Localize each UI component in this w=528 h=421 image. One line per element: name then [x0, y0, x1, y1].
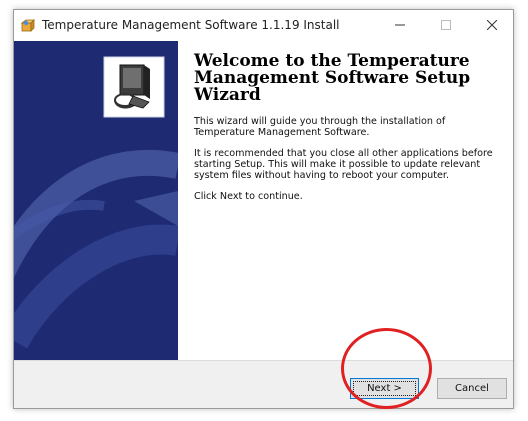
continue-instruction: Click Next to continue. [194, 191, 303, 202]
highlight-circle-annotation [341, 328, 432, 409]
close-icon [487, 20, 497, 30]
intro-text: This wizard will guide you through the i… [194, 116, 446, 138]
close-button[interactable] [469, 10, 515, 41]
minimize-button[interactable] [377, 10, 423, 41]
button-bar: Next > Cancel [14, 360, 513, 408]
title-bar[interactable]: Temperature Management Software 1.1.19 I… [14, 10, 513, 41]
minimize-icon [395, 24, 405, 26]
wizard-body: Welcome to the Temperature Management So… [14, 41, 513, 360]
installer-window: Temperature Management Software 1.1.19 I… [13, 9, 514, 409]
maximize-button[interactable] [423, 10, 469, 41]
installer-icon [20, 17, 36, 33]
setup-computer-icon [103, 56, 165, 118]
wizard-banner [14, 41, 178, 360]
wizard-content: Welcome to the Temperature Management So… [194, 53, 504, 212]
welcome-heading: Welcome to the Temperature Management So… [194, 51, 471, 105]
recommendation-text: It is recommended that you close all oth… [194, 148, 493, 181]
maximize-icon [441, 20, 451, 30]
cancel-button[interactable]: Cancel [437, 378, 507, 399]
cancel-button-label: Cancel [455, 383, 489, 394]
window-title: Temperature Management Software 1.1.19 I… [42, 18, 340, 32]
